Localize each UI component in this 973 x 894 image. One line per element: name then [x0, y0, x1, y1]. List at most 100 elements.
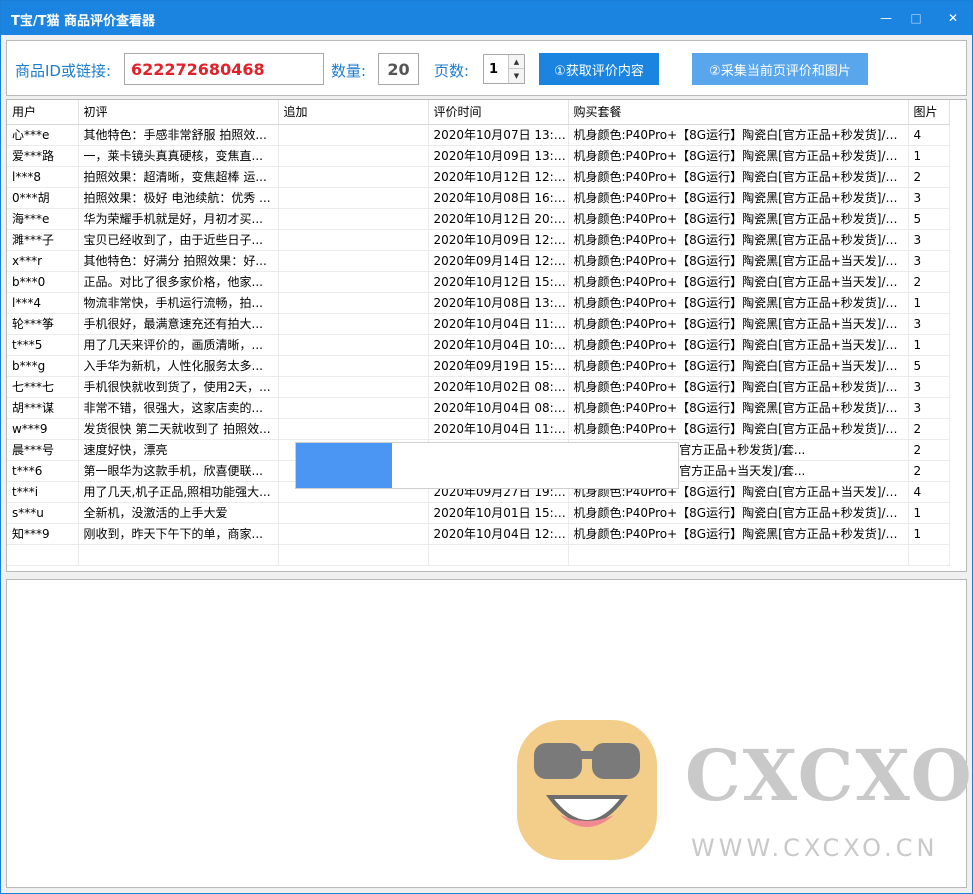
cell-user: 七***七: [7, 376, 79, 398]
table-row[interactable]: s***u 全新机，没激活的上手大爱 2020年10月01日 15:42 机身颜色:P…: [7, 502, 950, 524]
maximize-button[interactable]: □: [899, 1, 933, 35]
fetch-reviews-button[interactable]: ①获取评价内容: [539, 53, 659, 85]
cell-user: t***i: [7, 481, 79, 503]
cell-first-review: 拍照效果：极好 电池续航：优秀 ...: [78, 187, 279, 209]
stepper-down-icon[interactable]: ▼: [509, 69, 524, 83]
column-header-followup[interactable]: 追加: [278, 100, 429, 125]
table-row[interactable]: 轮***筝 手机很好，最满意速充还有拍大... 2020年10月04日 11:03 机…: [7, 313, 950, 335]
cell-package: 机身颜色:P40Pro+【8G运行】陶瓷黑[官方正品+秒发货]/套...: [568, 523, 909, 545]
cell-pictures: 1: [908, 502, 950, 524]
cell-user: 濉***子: [7, 229, 79, 251]
cell-package: 机身颜色:P40Pro+【8G运行】陶瓷黑[官方正品+秒发货]/套...: [568, 145, 909, 167]
cell-followup: [278, 502, 429, 524]
cell-pictures: 2: [908, 271, 950, 293]
cell-first-review: 第一眼华为这款手机，欣喜便联...: [78, 460, 279, 482]
table-row[interactable]: 七***七 手机很快就收到货了，使用2天，... 2020年10月02日 08:19…: [7, 376, 950, 398]
cell-user: 海***e: [7, 208, 79, 230]
watermark-mascot-icon: [512, 715, 662, 865]
quantity-label: 数量:: [331, 62, 367, 80]
window-title: T宝/T猫 商品评价查看器: [11, 14, 156, 29]
cell-followup: [278, 334, 429, 356]
cell-user: b***0: [7, 271, 79, 293]
cell-time: 2020年10月04日 08:58: [428, 397, 569, 419]
page-label: 页数:: [434, 62, 470, 80]
cell-time: 2020年10月12日 12:36: [428, 166, 569, 188]
cell-pictures: 3: [908, 397, 950, 419]
column-header-package[interactable]: 购买套餐: [568, 100, 909, 125]
table-row[interactable]: 爱***路 一，莱卡镜头真真硬核，变焦直... 2020年10月09日 13:30 机…: [7, 145, 950, 167]
cell-followup: [278, 271, 429, 293]
cell-followup: [278, 187, 429, 209]
cell-empty: [428, 544, 569, 566]
cell-pictures: 1: [908, 292, 950, 314]
cell-user: 心***e: [7, 124, 79, 146]
cell-followup: [278, 124, 429, 146]
cell-user: 0***胡: [7, 187, 79, 209]
cell-package: 机身颜色:P40Pro+【8G运行】陶瓷白[官方正品+秒发货]/套...: [568, 124, 909, 146]
cell-first-review: 用了几天,机子正品,照相功能强大...: [78, 481, 279, 503]
column-header-user[interactable]: 用户: [7, 100, 79, 125]
table-row[interactable]: 0***胡 拍照效果：极好 电池续航：优秀 ... 2020年10月08日 16:4…: [7, 187, 950, 209]
column-header-pictures[interactable]: 图片: [908, 100, 950, 125]
table-row[interactable]: x***r 其他特色：好满分 拍照效果：好... 2020年09月14日 12:53…: [7, 250, 950, 272]
stepper-up-icon[interactable]: ▲: [509, 55, 524, 69]
cell-pictures: 2: [908, 166, 950, 188]
cell-package: 机身颜色:P40Pro+【8G运行】陶瓷黑[官方正品+当天发]/套...: [568, 250, 909, 272]
cell-pictures: 4: [908, 124, 950, 146]
reviews-table[interactable]: 用户 初评 追加 评价时间 购买套餐 图片 心***e 其他特色：手感非常舒服 拍…: [6, 99, 967, 572]
cell-first-review: 正品。对比了很多家价格，他家...: [78, 271, 279, 293]
cell-first-review: 速度好快，漂亮: [78, 439, 279, 461]
table-row[interactable]: 海***e 华为荣耀手机就是好，月初才买... 2020年10月12日 20:41 机…: [7, 208, 950, 230]
cell-package: 机身颜色:P40Pro+【8G运行】陶瓷黑[官方正品+秒发货]/套...: [568, 208, 909, 230]
cell-followup: [278, 397, 429, 419]
cell-time: 2020年10月08日 16:42: [428, 187, 569, 209]
table-row[interactable]: 知***9 刚收到，昨天下午下的单，商家... 2020年10月04日 12:00 机…: [7, 523, 950, 545]
cell-package: 机身颜色:P40Pro+【8G运行】陶瓷白[官方正品+当天发]/套...: [568, 355, 909, 377]
quantity-input[interactable]: 20: [378, 53, 419, 85]
cell-package: 机身颜色:P40Pro+【8G运行】陶瓷白[官方正品+秒发货]/套...: [568, 502, 909, 524]
table-row[interactable]: l***8 拍照效果：超清晰，变焦超棒 运... 2020年10月12日 12:36…: [7, 166, 950, 188]
table-body: 心***e 其他特色：手感非常舒服 拍照效... 2020年10月07日 13:15…: [7, 124, 950, 566]
table-row[interactable]: 心***e 其他特色：手感非常舒服 拍照效... 2020年10月07日 13:15…: [7, 124, 950, 146]
table-row[interactable]: 胡***谋 非常不错，很强大，这家店卖的... 2020年10月04日 08:58 机…: [7, 397, 950, 419]
page-stepper-buttons: ▲ ▼: [508, 55, 524, 83]
cell-user: b***g: [7, 355, 79, 377]
cell-user: 轮***筝: [7, 313, 79, 335]
cell-user: s***u: [7, 502, 79, 524]
cell-package: 机身颜色:P40Pro+【8G运行】陶瓷黑[官方正品+当天发]/套...: [568, 313, 909, 335]
cell-time: 2020年10月09日 13:30: [428, 145, 569, 167]
cell-user: l***4: [7, 292, 79, 314]
cell-empty: [278, 544, 429, 566]
product-id-input[interactable]: 622272680468: [124, 53, 324, 85]
table-row[interactable]: l***4 物流非常快，手机运行流畅，拍... 2020年10月08日 13:41 机…: [7, 292, 950, 314]
title-bar[interactable]: T宝/T猫 商品评价查看器 — □ ✕: [1, 1, 972, 35]
page-stepper-value[interactable]: 1: [489, 62, 498, 77]
cell-followup: [278, 292, 429, 314]
page-stepper[interactable]: 1 ▲ ▼: [483, 54, 525, 84]
cell-package: 机身颜色:P40Pro+【8G运行】陶瓷白[官方正品+秒发货]/套...: [568, 418, 909, 440]
close-button[interactable]: ✕: [936, 1, 970, 35]
cell-first-review: 华为荣耀手机就是好，月初才买...: [78, 208, 279, 230]
collect-page-button[interactable]: ②采集当前页评价和图片: [692, 53, 868, 85]
column-header-first-review[interactable]: 初评: [78, 100, 279, 125]
maximize-icon: □: [910, 11, 922, 25]
cell-followup: [278, 208, 429, 230]
table-row[interactable]: b***g 入手华为新机，人性化服务太多... 2020年09月19日 15:23 机…: [7, 355, 950, 377]
minimize-button[interactable]: —: [869, 1, 903, 35]
cell-first-review: 一，莱卡镜头真真硬核，变焦直...: [78, 145, 279, 167]
table-row[interactable]: w***9 发货很快 第二天就收到了 拍照效... 2020年10月04日 11:4…: [7, 418, 950, 440]
cell-time: 2020年10月04日 11:49: [428, 418, 569, 440]
table-row[interactable]: b***0 正品。对比了很多家价格，他家... 2020年10月12日 15:06 机…: [7, 271, 950, 293]
cell-time: 2020年10月08日 13:41: [428, 292, 569, 314]
cell-pictures: 3: [908, 187, 950, 209]
cell-first-review: 物流非常快，手机运行流畅，拍...: [78, 292, 279, 314]
cell-time: 2020年10月12日 20:41: [428, 208, 569, 230]
table-row[interactable]: t***5 用了几天来评价的，画质清晰，... 2020年10月04日 10:21 机…: [7, 334, 950, 356]
cell-first-review: 宝贝已经收到了，由于近些日子...: [78, 229, 279, 251]
cell-package: 机身颜色:P40Pro+【8G运行】陶瓷白[官方正品+当天发]/套...: [568, 271, 909, 293]
cell-first-review: 其他特色：手感非常舒服 拍照效...: [78, 124, 279, 146]
table-row[interactable]: 濉***子 宝贝已经收到了，由于近些日子... 2020年10月09日 12:14 机…: [7, 229, 950, 251]
column-header-time[interactable]: 评价时间: [428, 100, 569, 125]
cell-first-review: 拍照效果：超清晰，变焦超棒 运...: [78, 166, 279, 188]
cell-user: 胡***谋: [7, 397, 79, 419]
